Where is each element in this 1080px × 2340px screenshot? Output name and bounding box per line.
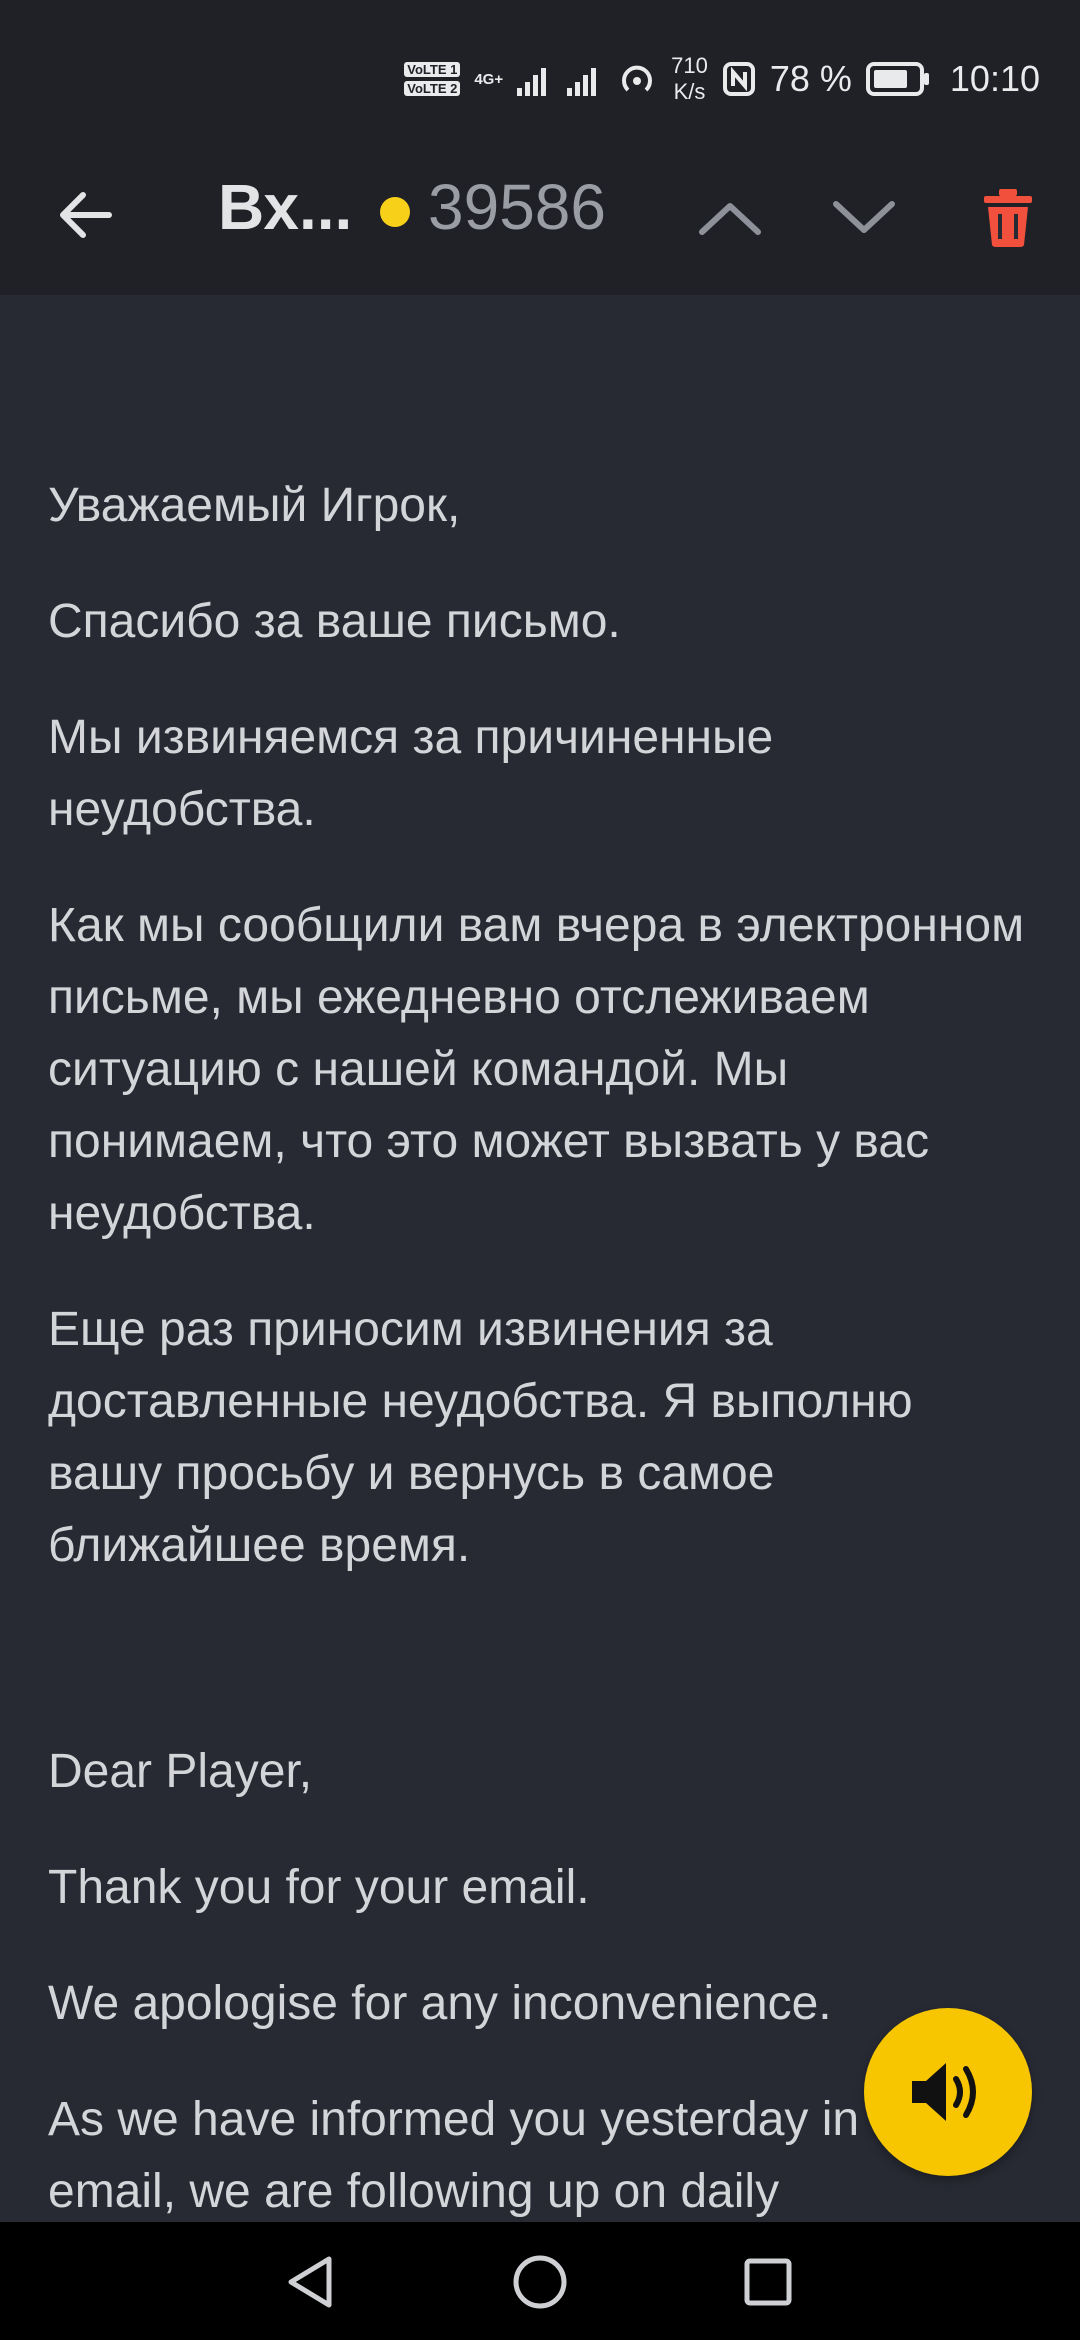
paragraph: Мы извиняемся за причиненные неудобства. (48, 711, 774, 836)
sim2-indicator: VoLTE 2 (404, 81, 461, 96)
trash-icon (984, 189, 1032, 247)
paragraph: Thank you for your email. (48, 1861, 590, 1914)
paragraph: Спасибо за ваше письмо. (48, 595, 621, 648)
nav-recents-icon (744, 2258, 792, 2306)
delete-button[interactable] (968, 168, 1048, 268)
paragraph: Dear Player, (48, 1745, 313, 1798)
nav-recents-button[interactable] (728, 2242, 808, 2322)
signal-icon-2 (567, 68, 597, 96)
volte-indicators: VoLTE 1 VoLTE 2 (404, 62, 461, 96)
speed-value: 710 (671, 53, 708, 78)
paragraph: We apologise for any inconvenience. (48, 1977, 832, 2030)
unread-count: 39586 (428, 171, 606, 243)
battery-percent: 78 % (769, 58, 852, 99)
speaker-icon (912, 2063, 976, 2121)
clock: 10:10 (949, 58, 1040, 99)
previous-message-button[interactable] (680, 168, 780, 268)
next-message-button[interactable] (814, 168, 914, 268)
folder-title: Вх... (218, 171, 353, 243)
speed-unit: K/s (673, 79, 706, 104)
paragraph: Как мы сообщили вам вчера в электронном … (48, 899, 1025, 1240)
hotspot-icon (622, 65, 653, 92)
paragraph: Уважаемый Игрок, (48, 479, 461, 532)
battery-icon (865, 62, 929, 96)
paragraph: Еще раз приносим извинения за доставленн… (48, 1303, 913, 1572)
nav-home-icon (513, 2255, 567, 2309)
read-aloud-button[interactable] (864, 2008, 1032, 2176)
nav-home-button[interactable] (500, 2242, 580, 2322)
signal-icon (517, 68, 547, 96)
back-button[interactable] (40, 170, 130, 260)
status-bar: VoLTE 1 VoLTE 2 4G+ 710 K/s 78 % 10:10 (0, 0, 1080, 150)
message-body: Уважаемый Игрок, Спасибо за ваше письмо.… (48, 470, 1038, 2272)
unread-dot (380, 197, 410, 227)
nav-back-button[interactable] (270, 2242, 350, 2322)
network-speed: 710 K/s (671, 53, 708, 105)
nav-back-icon (288, 2256, 332, 2308)
chevron-up-icon (699, 203, 761, 235)
sim1-indicator: VoLTE 1 (404, 62, 461, 77)
navigation-bar (0, 2222, 1080, 2340)
network-type: 4G+ (474, 70, 504, 88)
chevron-down-icon (833, 201, 895, 233)
nfc-icon (722, 62, 755, 96)
arrow-left-icon (60, 192, 112, 238)
status-icons: VoLTE 1 VoLTE 2 4G+ 710 K/s 78 % 10:10 (404, 48, 1040, 110)
